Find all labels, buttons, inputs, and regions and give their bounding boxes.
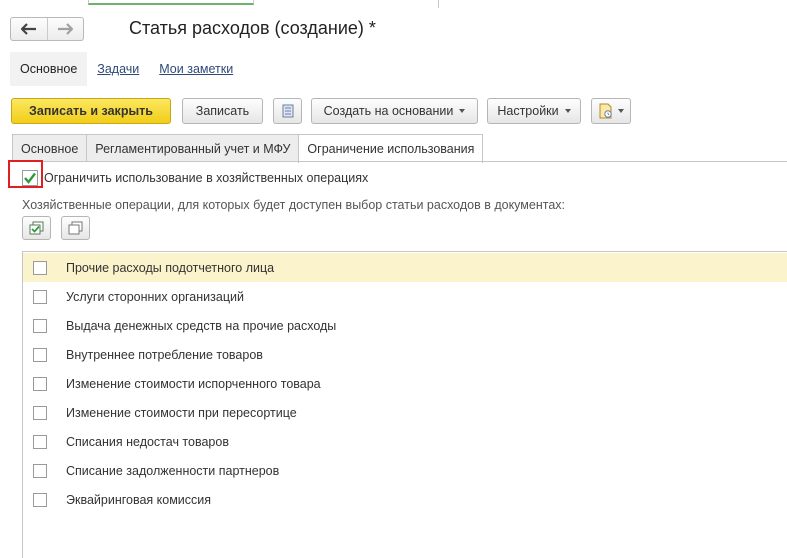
list-item[interactable]: Услуги сторонних организаций: [23, 282, 787, 311]
tab-divider-line: [12, 161, 787, 162]
list-item[interactable]: Эквайринговая комиссия: [23, 485, 787, 514]
forward-button[interactable]: [46, 18, 84, 40]
report-settings-icon: [599, 103, 612, 119]
operation-checkbox[interactable]: [33, 463, 47, 478]
restrict-usage-checkbox[interactable]: [22, 170, 38, 186]
attachments-button[interactable]: [591, 98, 631, 124]
create-based-on-button[interactable]: Создать на основании: [311, 98, 478, 124]
chevron-down-icon: [564, 109, 571, 113]
list-item[interactable]: Списание задолженности партнеров: [23, 456, 787, 485]
tab-usage-restriction[interactable]: Ограничение использования: [298, 134, 484, 163]
list-item[interactable]: Внутреннее потребление товаров: [23, 340, 787, 369]
list-item[interactable]: Изменение стоимости при пересортице: [23, 398, 787, 427]
back-button[interactable]: [11, 18, 47, 40]
document-list-icon: [282, 104, 293, 118]
list-item[interactable]: Выдача денежных средств на прочие расход…: [23, 311, 787, 340]
navigation-buttons: [10, 17, 84, 41]
operation-checkbox[interactable]: [33, 405, 47, 420]
operation-label: Списание задолженности партнеров: [66, 463, 280, 478]
check-all-button[interactable]: [22, 216, 51, 240]
operation-label: Выдача денежных средств на прочие расход…: [66, 318, 337, 333]
uncheck-all-button[interactable]: [61, 216, 90, 240]
operations-list: Прочие расходы подотчетного лица Услуги …: [22, 251, 787, 558]
save-button[interactable]: Записать: [182, 98, 263, 124]
command-toolbar: Записать и закрыть Записать Создать на о…: [11, 98, 787, 124]
top-tab-strip: [0, 0, 787, 8]
open-window-tab[interactable]: [88, 0, 254, 5]
chevron-down-icon: [618, 109, 624, 113]
operation-label: Эквайринговая комиссия: [66, 492, 212, 507]
operation-label: Изменение стоимости испорченного товара: [66, 376, 321, 391]
form-tabs: Основное Регламентированный учет и МФУ О…: [12, 134, 484, 163]
section-main[interactable]: Основное: [10, 52, 88, 86]
operation-checkbox[interactable]: [33, 347, 47, 362]
settings-button[interactable]: Настройки: [487, 98, 581, 124]
checkmark-icon: [24, 172, 36, 184]
operations-caption: Хозяйственные операции, для которых буде…: [22, 198, 565, 212]
tab-regulated-accounting[interactable]: Регламентированный учет и МФУ: [86, 134, 300, 162]
tab-divider: [438, 0, 439, 8]
operation-checkbox[interactable]: [33, 376, 47, 391]
save-and-close-label: Записать и закрыть: [29, 104, 153, 118]
section-bar: Основное Задачи Мои заметки: [10, 52, 243, 86]
operation-checkbox[interactable]: [33, 318, 47, 333]
chevron-down-icon: [459, 109, 466, 113]
check-all-icon: [29, 221, 43, 235]
uncheck-all-icon: [68, 221, 82, 235]
list-item[interactable]: Прочие расходы подотчетного лица: [23, 253, 787, 282]
operation-checkbox[interactable]: [33, 289, 47, 304]
arrow-right-icon: [58, 23, 74, 35]
section-tasks[interactable]: Задачи: [87, 52, 149, 86]
list-item[interactable]: Списания недостач товаров: [23, 427, 787, 456]
operation-label: Списания недостач товаров: [66, 434, 229, 449]
document-list-button[interactable]: [273, 98, 302, 124]
restrict-usage-row: Ограничить использование в хозяйственных…: [22, 168, 368, 188]
operation-label: Внутреннее потребление товаров: [66, 347, 263, 362]
operation-label: Услуги сторонних организаций: [66, 289, 244, 304]
operation-label: Прочие расходы подотчетного лица: [66, 260, 275, 275]
operation-label: Изменение стоимости при пересортице: [66, 405, 297, 420]
operation-checkbox[interactable]: [33, 492, 47, 507]
page-title: Статья расходов (создание) *: [129, 18, 376, 38]
settings-label: Настройки: [497, 104, 559, 118]
arrow-left-icon: [20, 23, 36, 35]
operation-checkbox[interactable]: [33, 260, 47, 275]
restrict-usage-label: Ограничить использование в хозяйственных…: [44, 171, 369, 185]
save-label: Записать: [195, 104, 250, 118]
create-based-on-label: Создать на основании: [323, 104, 454, 118]
operation-checkbox[interactable]: [33, 434, 47, 449]
section-my-notes[interactable]: Мои заметки: [149, 52, 243, 86]
list-item[interactable]: Изменение стоимости испорченного товара: [23, 369, 787, 398]
tab-main[interactable]: Основное: [12, 134, 88, 162]
save-and-close-button[interactable]: Записать и закрыть: [11, 98, 171, 124]
